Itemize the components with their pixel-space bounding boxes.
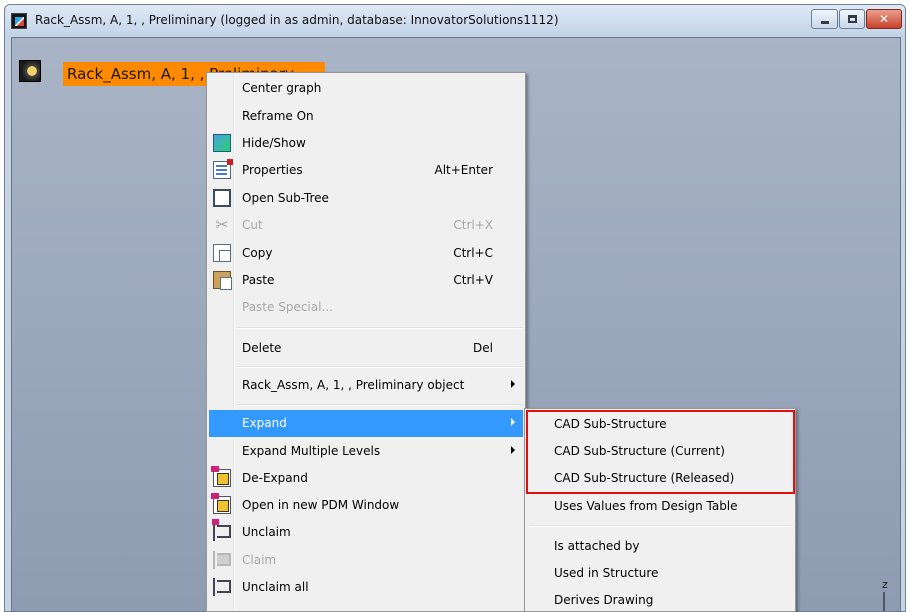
de-expand-icon: [211, 466, 231, 487]
menu-item-hide-show[interactable]: Hide/Show: [209, 130, 523, 157]
unclaim-all-flag-icon: [213, 578, 231, 596]
menu-item-paste[interactable]: Paste Ctrl+V: [209, 267, 523, 294]
menu-item-label: Properties: [242, 163, 303, 177]
submenu-item-uses-values-design-table[interactable]: Uses Values from Design Table: [527, 493, 793, 519]
menu-item-paste-special[interactable]: Paste Special...: [209, 294, 523, 321]
scissors-icon: ✂: [215, 215, 229, 234]
submenu-arrow-icon: [511, 380, 515, 388]
title-bar[interactable]: Rack_Assm, A, 1, , Preliminary (logged i…: [5, 5, 905, 37]
submenu-item-used-in-structure[interactable]: Used in Structure: [527, 560, 793, 586]
copy-icon: [213, 244, 231, 262]
submenu-separator: [529, 525, 793, 527]
window-title: Rack_Assm, A, 1, , Preliminary (logged i…: [35, 13, 559, 27]
annotation-highlight-box: [526, 410, 795, 494]
context-menu: Center graph Reframe On Hide/Show Proper…: [206, 72, 526, 612]
assembly-icon: [19, 60, 41, 82]
menu-item-label: Unclaim: [242, 525, 291, 539]
axis-triad: z x y: [858, 578, 905, 611]
menu-item-reframe-on[interactable]: Reframe On: [209, 103, 523, 130]
menu-item-shortcut: Ctrl+V: [453, 273, 493, 287]
submenu-item-label: Is attached by: [554, 539, 640, 553]
menu-item-label: Claim: [242, 553, 277, 567]
menu-item-label: De-Expand: [242, 471, 308, 485]
menu-item-label: Reframe On: [242, 109, 314, 123]
close-button[interactable]: ✕: [866, 9, 902, 29]
menu-item-label: Rack_Assm, A, 1, , Preliminary object: [242, 378, 465, 392]
menu-item-shortcut: Ctrl+X: [453, 218, 493, 232]
submenu-item-is-attached-by[interactable]: Is attached by: [527, 533, 793, 559]
submenu-item-label: Used in Structure: [554, 566, 659, 580]
menu-item-properties[interactable]: Properties Alt+Enter: [209, 157, 523, 184]
properties-icon: [213, 159, 233, 179]
submenu-item-label: Derives Drawing: [554, 593, 654, 607]
hide-show-icon: [213, 134, 231, 152]
menu-item-unclaim-all[interactable]: Unclaim all: [209, 574, 523, 601]
menu-item-label: Expand Multiple Levels: [242, 444, 381, 458]
submenu-item-derives-drawing[interactable]: Derives Drawing: [527, 587, 793, 612]
pdm-window-icon: [211, 493, 231, 514]
submenu-item-label: Uses Values from Design Table: [554, 499, 738, 513]
menu-item-delete[interactable]: Delete Del: [209, 335, 523, 362]
menu-item-unclaim[interactable]: Unclaim: [209, 519, 523, 546]
menu-separator: [237, 366, 523, 368]
menu-item-shortcut: Del: [473, 341, 493, 355]
menu-item-label: Hide/Show: [242, 136, 306, 150]
maximize-icon: [848, 15, 857, 23]
menu-item-label: Copy: [242, 246, 273, 260]
axis-z-label: z: [882, 578, 888, 591]
menu-item-cut[interactable]: ✂ Cut Ctrl+X: [209, 212, 523, 239]
minimize-button[interactable]: [811, 9, 838, 29]
menu-item-label: Cut: [242, 218, 263, 232]
menu-item-expand-multiple-levels[interactable]: Expand Multiple Levels: [209, 438, 523, 465]
menu-separator: [237, 327, 523, 329]
menu-separator: [237, 404, 523, 406]
menu-item-label: Center graph: [242, 81, 322, 95]
claim-flag-icon: [213, 551, 231, 569]
menu-item-open-in-pdm-window[interactable]: Open in new PDM Window: [209, 492, 523, 519]
paste-icon: [213, 271, 232, 290]
menu-item-shortcut: Ctrl+C: [453, 246, 493, 260]
menu-item-label: Expand: [242, 416, 287, 430]
menu-item-label: Delete: [242, 341, 282, 355]
menu-item-center-graph[interactable]: Center graph: [209, 75, 523, 102]
unclaim-flag-icon: [212, 519, 231, 541]
submenu-arrow-icon: [511, 446, 515, 454]
minimize-icon: [821, 21, 829, 24]
menu-item-expand[interactable]: Expand: [209, 410, 523, 437]
menu-item-label: Open in new PDM Window: [242, 498, 400, 512]
menu-item-object[interactable]: Rack_Assm, A, 1, , Preliminary object: [209, 372, 523, 399]
menu-item-label: Paste: [242, 273, 275, 287]
menu-item-claim[interactable]: Claim: [209, 547, 523, 574]
menu-item-shortcut: Alt+Enter: [434, 163, 493, 177]
close-icon: ✕: [878, 12, 890, 26]
menu-item-de-expand[interactable]: De-Expand: [209, 465, 523, 492]
app-icon: [11, 13, 27, 29]
menu-item-copy[interactable]: Copy Ctrl+C: [209, 240, 523, 267]
maximize-button[interactable]: [839, 9, 865, 29]
menu-item-label: Paste Special...: [242, 300, 333, 314]
menu-item-label: Unclaim all: [242, 580, 309, 594]
menu-item-label: Open Sub-Tree: [242, 191, 329, 205]
subtree-icon: [213, 189, 231, 207]
menu-item-open-sub-tree[interactable]: Open Sub-Tree: [209, 185, 523, 212]
submenu-arrow-icon: [511, 418, 515, 426]
